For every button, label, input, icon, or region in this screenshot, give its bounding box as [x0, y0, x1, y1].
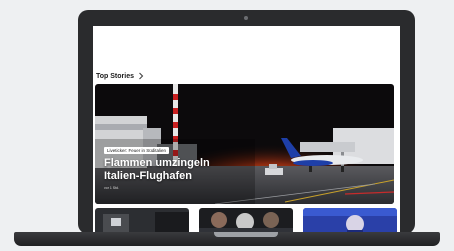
hero-category-tag: Liveticker: Feuer in Süditalien	[104, 147, 170, 154]
story-image-1	[95, 208, 189, 234]
laptop-mockup: Top Stories Liveticker: Feuer in Südital…	[0, 0, 454, 251]
story-thumbnail-3[interactable]	[303, 208, 397, 234]
story-thumbnail-1[interactable]	[95, 208, 189, 234]
laptop-hinge-notch	[214, 232, 278, 237]
webcam	[244, 16, 248, 20]
news-app-screen: Top Stories Liveticker: Feuer in Südital…	[93, 26, 400, 234]
laptop-screen-bezel: Top Stories Liveticker: Feuer in Südital…	[78, 10, 415, 234]
hero-headline: Flammen umzingeln Italien-Flughafen	[104, 157, 210, 182]
laptop-base	[14, 232, 440, 246]
hero-timestamp: vor 1 Std.	[104, 186, 119, 190]
chevron-right-icon	[139, 72, 144, 80]
hero-image	[95, 84, 394, 204]
story-thumbnail-2[interactable]	[199, 208, 293, 234]
hero-story-card[interactable]: Liveticker: Feuer in Süditalien Flammen …	[95, 84, 394, 204]
section-title: Top Stories	[96, 72, 134, 80]
story-image-3	[303, 208, 397, 234]
story-image-2	[199, 208, 293, 234]
top-stories-header[interactable]: Top Stories	[96, 70, 144, 82]
